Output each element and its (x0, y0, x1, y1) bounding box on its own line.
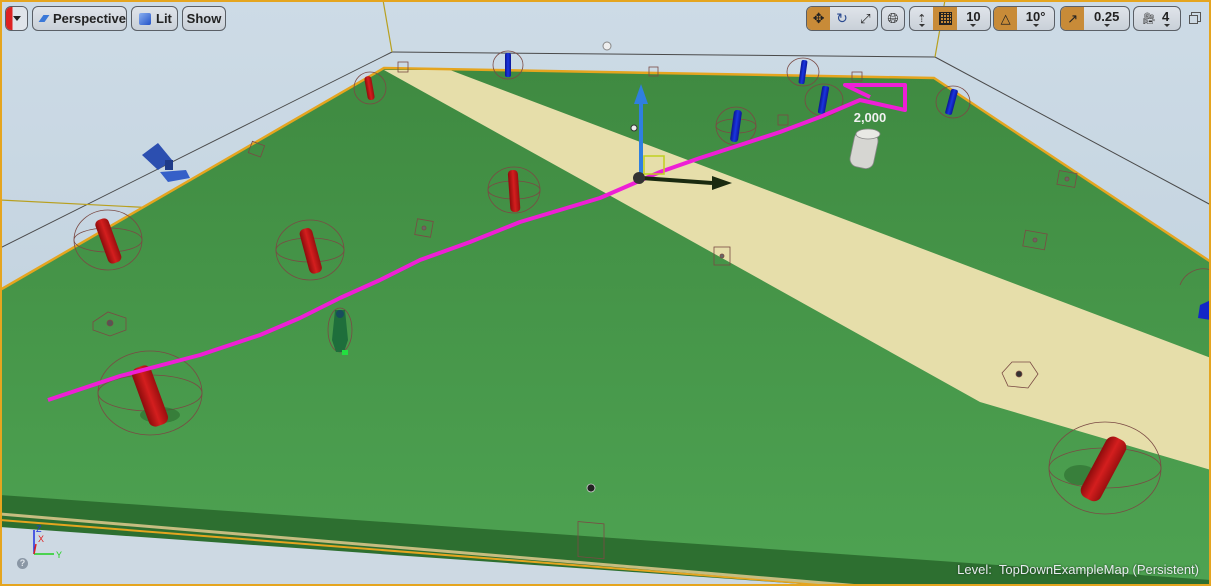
translate-arrows-icon: ✥ (812, 10, 825, 26)
view-mode-label: Perspective (53, 11, 126, 26)
player-start-actor[interactable] (142, 143, 190, 182)
grid-snap-group: ⇡ 10 (909, 6, 991, 31)
view-mode-button[interactable]: Perspective (32, 6, 127, 31)
scale-icon: ⤢ (860, 10, 871, 26)
axis-x-label: X (38, 534, 44, 544)
grid-snap-value: 10 (966, 9, 981, 24)
scale-snap-value: 0.25 (1094, 9, 1120, 24)
level-name: TopDownExampleMap (Persistent) (998, 562, 1199, 577)
options-bg (6, 7, 27, 30)
lighting-mode-button[interactable]: Lit (131, 6, 178, 31)
scene-render[interactable]: 2,000 (0, 0, 1211, 586)
rotation-snap-toggle[interactable]: △ (994, 7, 1018, 30)
axis-indicator: Z X Y (33, 524, 62, 560)
camera-speed-value: 4 (1161, 9, 1170, 24)
coordinate-space-button[interactable]: 🌐︎ (881, 6, 905, 31)
scale-arrow-icon: ↗ (1067, 10, 1079, 26)
grid-icon (938, 12, 952, 25)
axis-y-label: Y (56, 550, 62, 560)
directional-light-icon[interactable] (602, 41, 612, 51)
dropdown-caret-icon (12, 16, 21, 21)
level-prefix: Level: (957, 562, 992, 577)
camera-speed-button[interactable]: 🎥︎ 4 (1133, 6, 1181, 31)
lit-cube-icon (139, 12, 151, 25)
angle-icon: △ (1000, 10, 1011, 26)
grid-snap-toggle[interactable] (933, 7, 957, 30)
rotation-snap-value: 10° (1025, 9, 1046, 24)
rotate-mode-button[interactable]: ↻ (830, 7, 853, 30)
scale-snap-value-dropdown[interactable]: 0.25 (1084, 7, 1129, 30)
show-label: Show (186, 11, 222, 26)
surface-snapping-button[interactable]: ⇡ (910, 7, 933, 30)
restore-window-icon-front (1189, 15, 1198, 24)
translate-mode-button[interactable]: ✥ (807, 7, 831, 30)
grid-snap-value-dropdown[interactable]: 10 (957, 7, 990, 30)
transform-tools-group: ✥ ↻ ⤢ (806, 6, 878, 31)
level-viewport[interactable]: 2,000 Perspective Lit Show ✥ ↻ ⤢ 🌐︎ ⇡ 10… (0, 0, 1211, 586)
rotation-snap-value-dropdown[interactable]: 10° (1017, 7, 1054, 30)
maximize-viewport-button[interactable] (1189, 12, 1201, 24)
help-icon[interactable]: ? (17, 558, 28, 569)
blue-cylinder-actor[interactable] (492, 50, 524, 80)
rotation-snap-group: △ 10° (993, 6, 1055, 31)
blue-cylinder-actor[interactable] (786, 57, 820, 87)
score-floating-text: 2,000 (854, 110, 887, 125)
scale-snap-toggle[interactable]: ↗ (1061, 7, 1085, 30)
axis-z-label: Z (36, 524, 42, 534)
camera-speed-icon: 🎥︎ (1142, 13, 1156, 25)
viewport-options-button[interactable] (5, 6, 28, 31)
level-indicator: Level: TopDownExampleMap (Persistent) (957, 562, 1199, 577)
scale-mode-button[interactable]: ⤢ (854, 7, 877, 30)
lighting-mode-label: Lit (156, 11, 172, 26)
perspective-plane-icon (38, 15, 50, 22)
scale-snap-group: ↗ 0.25 (1060, 6, 1130, 31)
show-button[interactable]: Show (182, 6, 226, 31)
rotate-icon: ↻ (836, 10, 848, 26)
world-globe-icon: 🌐︎ (887, 10, 899, 26)
